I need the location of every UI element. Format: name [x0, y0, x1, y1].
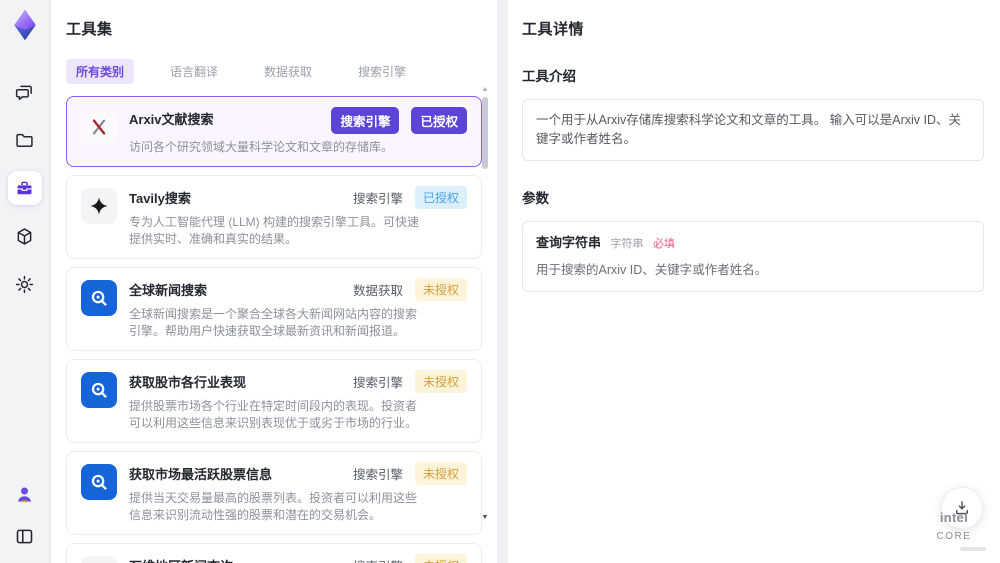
tab-2[interactable]: 数据获取 — [254, 59, 322, 84]
tool-detail-panel: 工具详情 工具介绍 一个用于从Arxiv存储库搜索科学论文和文章的工具。 输入可… — [508, 0, 1000, 563]
tool-title: 获取股市各行业表现 — [129, 375, 247, 390]
page-title: 工具集 — [66, 21, 113, 38]
tool-title: 全球新闻搜索 — [129, 283, 208, 298]
intel-core-logo: intel CORE — [922, 509, 986, 551]
arxiv-icon — [81, 109, 117, 145]
sidebar-item-chat[interactable] — [8, 75, 42, 109]
panel-toggle-icon — [16, 529, 33, 543]
tool-category-tag: 搜索引擎 — [352, 468, 403, 482]
auth-status-badge: 已授权 — [411, 107, 467, 134]
tool-description: 专为人工智能代理 (LLM) 构建的搜索引擎工具。可快速提供实时、准确和真实的结… — [129, 215, 420, 246]
user-avatar[interactable] — [8, 477, 42, 511]
tool-category-tag[interactable]: 搜索引擎 — [331, 107, 400, 134]
parameter-header: 查询字符串 字符串 必填 — [536, 233, 970, 253]
parameter-required-flag: 必填 — [652, 237, 675, 250]
tool-description: 全球新闻搜索是一个聚合全球各大新闻网站内容的搜索引擎。帮助用户快速获取全球最新资… — [129, 307, 418, 338]
sidebar-item-packages[interactable] — [8, 219, 42, 253]
tavily-icon — [81, 188, 117, 224]
parameter-description: 用于搜索的Arxiv ID、关键字或作者姓名。 — [536, 263, 768, 278]
folder-icon — [16, 133, 33, 147]
news-search-icon — [81, 372, 117, 408]
user-avatar-icon — [17, 487, 32, 502]
intel-sub-badge — [960, 547, 986, 551]
tool-category-tag: 搜索引擎 — [352, 192, 403, 206]
tool-card[interactable]: 获取市场最活跃股票信息 搜索引擎 未授权提供当天交易量最高的股票列表。投资者可以利用… — [66, 451, 482, 535]
tool-card[interactable]: 获取股市各行业表现 搜索引擎 未授权提供股票市场各个行业在特定时间段内的表现。投资者… — [66, 359, 482, 443]
tool-title: 获取市场最活跃股票信息 — [129, 467, 273, 482]
tool-card[interactable]: 全球新闻搜索 数据获取 未授权全球新闻搜索是一个聚合全球各大新闻网站内容的搜索引擎。… — [66, 267, 482, 351]
news-search-icon — [81, 464, 117, 500]
detail-title: 工具详情 — [522, 21, 585, 38]
tool-category-tag: 搜索引擎 — [353, 556, 403, 563]
sidebar-item-settings[interactable] — [8, 267, 42, 301]
scroll-down-icon[interactable]: ▼ — [481, 514, 489, 521]
list-scrollbar[interactable]: ▲ ▼ — [481, 86, 489, 546]
auth-status-badge: 未授权 — [414, 462, 467, 485]
tool-category-tag: 搜索引擎 — [352, 376, 403, 390]
parameter-box: 查询字符串 字符串 必填 用于搜索的Arxiv ID、关键字或作者姓名。 — [522, 220, 984, 292]
sidebar-item-files[interactable] — [8, 123, 42, 157]
tool-description: 提供股票市场各个行业在特定时间段内的表现。投资者可以利用这些信息来识别表现优于或… — [129, 399, 418, 430]
auth-status-badge: 已授权 — [414, 186, 467, 209]
tool-category-tag: 数据获取 — [352, 284, 403, 298]
gear-icon — [15, 275, 34, 293]
package-icon — [17, 227, 32, 245]
auth-status-badge: 未授权 — [414, 554, 467, 563]
tool-intro-text: 一个用于从Arxiv存储库搜索科学论文和文章的工具。 输入可以是Arxiv ID… — [536, 113, 962, 146]
app-logo — [7, 7, 43, 43]
tool-title: Tavily搜索 — [129, 191, 191, 206]
scroll-up-icon[interactable]: ▲ — [481, 86, 489, 93]
tool-title: Arxiv文献搜索 — [129, 112, 214, 127]
parameter-name: 查询字符串 — [536, 234, 602, 250]
toolbox-icon — [17, 181, 32, 194]
tool-intro-box: 一个用于从Arxiv存储库搜索科学论文和文章的工具。 输入可以是Arxiv ID… — [522, 99, 984, 161]
tab-3[interactable]: 搜索引擎 — [348, 59, 416, 84]
tool-card[interactable]: 万维地区新闻查询搜索引擎未授权查询具体行政区划内的新闻，快速了解各地新闻动 — [66, 543, 482, 563]
tool-description: 提供当天交易量最高的股票列表。投资者可以利用这些信息来识别流动性强的股票和潜在的… — [129, 491, 418, 522]
tool-card[interactable]: Arxiv文献搜索 搜索引擎 已授权访问各个研究领域大量科学论文和文章的存储库。 — [66, 96, 482, 167]
intel-wordmark: intel — [939, 509, 969, 525]
params-section-title: 参数 — [522, 190, 549, 206]
auth-status-badge: 未授权 — [414, 370, 467, 393]
parameter-type: 字符串 — [610, 237, 644, 250]
tool-title: 万维地区新闻查询 — [129, 554, 233, 563]
auth-status-badge: 未授权 — [414, 278, 467, 301]
left-sidebar — [0, 0, 50, 563]
core-wordmark: CORE — [936, 531, 972, 543]
intro-section-title: 工具介绍 — [522, 69, 576, 84]
scrollbar-thumb[interactable] — [482, 97, 488, 169]
newspaper-icon — [81, 556, 117, 563]
tab-0[interactable]: 所有类别 — [66, 59, 135, 84]
tool-list-panel: 工具集 所有类别 语言翻译 数据获取 搜索引擎 Arxiv文献搜索 搜索引擎 已授权 访问各… — [51, 0, 497, 563]
tab-1[interactable]: 语言翻译 — [160, 59, 228, 84]
panel-toggle[interactable] — [8, 519, 42, 553]
news-search-icon — [81, 280, 117, 316]
chat-icon — [15, 85, 32, 100]
tool-card[interactable]: Tavily搜索 搜索引擎 已授权专为人工智能代理 (LLM) 构建的搜索引擎工具。… — [66, 175, 482, 259]
category-tabs: 所有类别 语言翻译 数据获取 搜索引擎 — [66, 59, 497, 84]
sidebar-item-tools[interactable] — [7, 171, 42, 205]
tool-card-list: Arxiv文献搜索 搜索引擎 已授权 访问各个研究领域大量科学论文和文章的存储库。 Ta… — [66, 96, 482, 563]
tool-description: 访问各个研究领域大量科学论文和文章的存储库。 — [129, 140, 394, 154]
